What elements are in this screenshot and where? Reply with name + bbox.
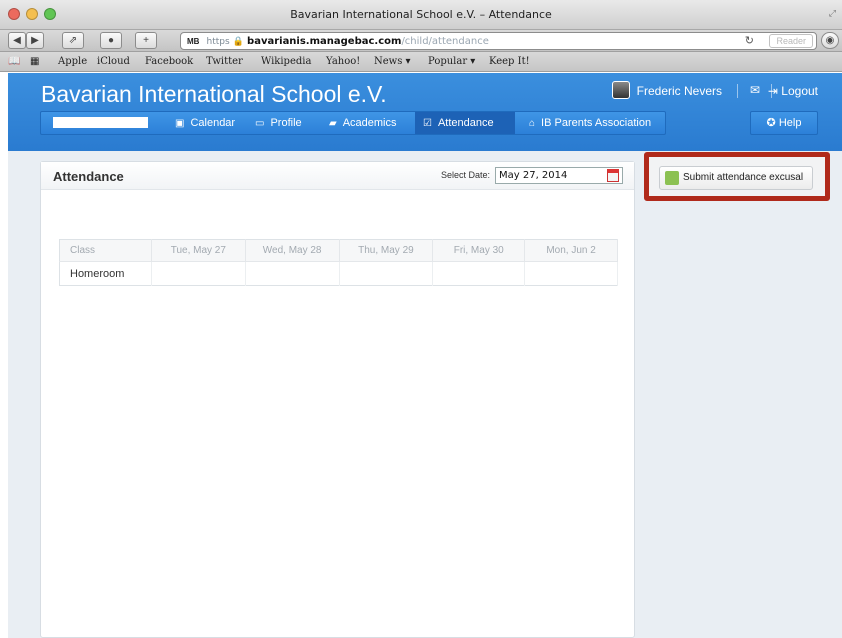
column-header: Tue, May 27 bbox=[151, 239, 246, 262]
attendance-panel: Attendance Select Date: May 27, 2014 Cla… bbox=[40, 161, 635, 638]
tab-ib-parents-association[interactable]: ⌂ IB Parents Association bbox=[521, 112, 659, 134]
logout-icon: ⇥ bbox=[767, 84, 782, 98]
panel-title: Attendance bbox=[53, 169, 124, 184]
class-cell: Homeroom bbox=[59, 261, 152, 286]
attendance-cell bbox=[245, 261, 340, 286]
excusal-icon bbox=[665, 171, 679, 185]
main-nav: ▣ Calendar ▭ Profile ▰ Academics ☑ Attendanc… bbox=[40, 111, 666, 135]
redacted-child-name[interactable] bbox=[53, 117, 148, 128]
tab-label: Academics bbox=[342, 117, 397, 129]
page-body: Attendance Select Date: May 27, 2014 Cla… bbox=[8, 151, 842, 638]
plus-icon[interactable]: + bbox=[135, 32, 157, 49]
attendance-cell bbox=[524, 261, 618, 286]
attendance-cell bbox=[339, 261, 434, 286]
school-title[interactable]: Bavarian International School e.V. bbox=[41, 81, 387, 108]
avatar[interactable] bbox=[612, 81, 630, 99]
column-header: Class bbox=[59, 239, 152, 262]
calendar-picker-icon[interactable] bbox=[607, 169, 619, 182]
home-icon: ⌂ bbox=[529, 118, 536, 129]
attendance-table: Class Tue, May 27 Wed, May 28 Thu, May 2… bbox=[59, 239, 618, 286]
select-date-label: Select Date: bbox=[441, 170, 491, 180]
bookmark-item[interactable]: Popular ▾ bbox=[428, 56, 475, 67]
reading-list-icon[interactable]: 📖 bbox=[8, 56, 20, 67]
reader-button[interactable]: Reader bbox=[769, 34, 813, 48]
top-sites-icon[interactable]: ▦ bbox=[30, 56, 39, 67]
forward-arrow-icon[interactable]: ▶ bbox=[26, 32, 44, 49]
app-header: Bavarian International School e.V. Frede… bbox=[8, 73, 842, 151]
divider bbox=[737, 84, 738, 98]
table-row: Homeroom bbox=[59, 261, 618, 286]
bookmark-item[interactable]: Twitter bbox=[206, 56, 243, 67]
calendar-icon: ▣ bbox=[175, 118, 185, 129]
window-title: Bavarian International School e.V. – Att… bbox=[290, 8, 552, 21]
submit-attendance-excusal-button[interactable]: Submit attendance excusal bbox=[659, 166, 813, 190]
checkbox-icon: ☑ bbox=[423, 118, 432, 129]
column-header: Fri, May 30 bbox=[432, 239, 526, 262]
book-icon: ▰ bbox=[329, 118, 337, 129]
date-field[interactable]: May 27, 2014 bbox=[495, 167, 623, 184]
column-header: Mon, Jun 2 bbox=[524, 239, 618, 262]
tab-label: Calendar bbox=[190, 117, 236, 129]
lifebuoy-icon: ✪ bbox=[766, 117, 779, 129]
bookmark-item[interactable]: Apple bbox=[58, 56, 87, 67]
tab-academics[interactable]: ▰ Academics bbox=[321, 112, 405, 134]
fullscreen-icon[interactable]: ⤢ bbox=[829, 8, 836, 19]
highlight-box: Submit attendance excusal bbox=[644, 152, 830, 201]
column-header: Wed, May 28 bbox=[245, 239, 340, 262]
help-button[interactable]: ✪ Help bbox=[750, 111, 818, 135]
help-label: Help bbox=[778, 117, 802, 129]
share-icon[interactable]: ⇗ bbox=[62, 32, 84, 49]
bookmark-item[interactable]: Keep It! bbox=[489, 56, 530, 67]
bookmark-item[interactable]: Facebook bbox=[145, 56, 193, 67]
url-domain: bavarianis.managebac.com bbox=[247, 36, 402, 47]
tab-label: IB Parents Association bbox=[541, 117, 652, 129]
site-favicon: MB bbox=[187, 37, 200, 46]
attendance-cell bbox=[151, 261, 246, 286]
bookmark-item[interactable]: Yahoo! bbox=[326, 56, 360, 67]
logout-label: Logout bbox=[781, 84, 818, 98]
panel-header: Attendance Select Date: May 27, 2014 bbox=[41, 162, 634, 190]
bookmarks-bar: 📖 ▦ Apple iCloud Facebook Twitter Wikipe… bbox=[0, 52, 842, 72]
column-header: Thu, May 29 bbox=[339, 239, 434, 262]
1password-icon[interactable]: ● bbox=[100, 32, 122, 49]
bookmark-item[interactable]: Wikipedia bbox=[261, 56, 311, 67]
tab-attendance[interactable]: ☑ Attendance bbox=[415, 112, 515, 134]
date-value: May 27, 2014 bbox=[499, 170, 568, 181]
window-titlebar: Bavarian International School e.V. – Att… bbox=[0, 0, 842, 30]
tab-profile[interactable]: ▭ Profile bbox=[247, 112, 310, 134]
id-card-icon: ▭ bbox=[255, 118, 265, 129]
lock-icon: 🔒 bbox=[232, 37, 244, 47]
tab-calendar[interactable]: ▣ Calendar bbox=[167, 112, 243, 134]
tab-label: Attendance bbox=[437, 117, 494, 129]
back-arrow-icon[interactable]: ◀ bbox=[8, 32, 26, 49]
table-header-row: Class Tue, May 27 Wed, May 28 Thu, May 2… bbox=[59, 239, 618, 262]
user-name[interactable]: Frederic Nevers bbox=[637, 84, 722, 98]
bookmark-item[interactable]: iCloud bbox=[97, 56, 130, 67]
url-path: /child/attendance bbox=[401, 36, 489, 47]
logout-button[interactable]: ⇥ Logout bbox=[768, 84, 818, 98]
url-scheme: https bbox=[206, 37, 230, 47]
attendance-cell bbox=[432, 261, 526, 286]
mail-icon[interactable]: ✉ bbox=[750, 83, 760, 97]
submit-label: Submit attendance excusal bbox=[683, 172, 804, 183]
bookmark-item[interactable]: News ▾ bbox=[374, 56, 411, 67]
reload-icon[interactable]: ↻ bbox=[745, 33, 754, 49]
browser-toolbar: ◀ ▶ ⇗ ● + MB https 🔒 bavarianis.manageba… bbox=[0, 30, 842, 52]
tab-label: Profile bbox=[270, 117, 302, 129]
downloads-icon[interactable]: ◉ bbox=[821, 32, 839, 49]
address-bar[interactable]: MB https 🔒 bavarianis.managebac.com/chil… bbox=[180, 32, 817, 50]
